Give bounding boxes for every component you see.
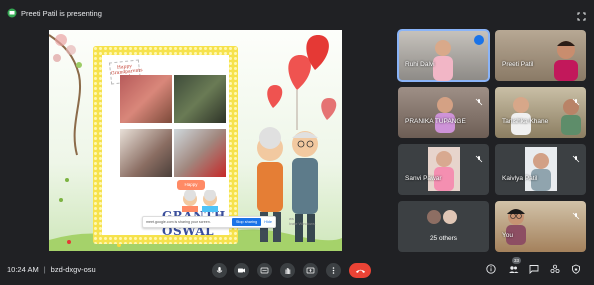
hand-icon xyxy=(285,268,291,274)
participant-video xyxy=(511,97,581,135)
captions-icon xyxy=(260,267,269,274)
activities-icon xyxy=(550,264,560,274)
camera-button[interactable] xyxy=(234,263,249,278)
activate-windows-watermark: ws ivate Windows. xyxy=(289,216,316,226)
participant-name: PRANIKA TUPANGE xyxy=(405,118,466,125)
photo-frame: Happy Grandparents Day! GRANTH OSWAL xyxy=(93,46,238,244)
self-tile[interactable]: You xyxy=(495,201,586,252)
collage-photo xyxy=(120,129,172,177)
grandparents-cartoon-small xyxy=(182,190,218,212)
info-icon xyxy=(486,264,496,274)
collage-photo xyxy=(120,75,172,123)
mic-off-icon xyxy=(475,150,483,163)
participant-video xyxy=(428,147,460,191)
captions-button[interactable] xyxy=(257,263,272,278)
participant-tile[interactable]: Tanishka Khane xyxy=(495,87,586,138)
avatar xyxy=(426,209,442,225)
present-button[interactable] xyxy=(303,263,318,278)
chat-button[interactable] xyxy=(527,262,541,276)
others-count-label: 25 others xyxy=(429,235,458,242)
camera-icon xyxy=(238,268,245,273)
avatar xyxy=(442,209,458,225)
bottom-bar: 10:24 AM | bzd-dxgv-osu xyxy=(0,254,594,285)
shared-screen: Happy Grandparents Day! GRANTH OSWAL Hap… xyxy=(49,30,342,251)
mic-off-icon xyxy=(572,93,580,106)
host-controls-button[interactable] xyxy=(569,262,583,276)
others-tile[interactable]: 25 others xyxy=(398,201,489,252)
participant-name: Preeti Patil xyxy=(502,61,534,68)
participant-name: Ruhi Dalvi xyxy=(405,61,435,68)
more-options-button[interactable] xyxy=(326,263,341,278)
more-vert-icon xyxy=(332,267,335,274)
participant-name: You xyxy=(502,232,513,239)
speaking-indicator-icon xyxy=(474,35,484,45)
clock: 10:24 AM xyxy=(7,265,39,274)
screen-share-notification: meet.google.com is sharing your screen. … xyxy=(142,216,276,228)
presentation-icon xyxy=(7,8,17,18)
mic-off-icon xyxy=(572,207,580,220)
activities-button[interactable] xyxy=(548,262,562,276)
top-bar: Preeti Patil is presenting xyxy=(0,0,594,26)
shield-lock-icon xyxy=(572,264,580,274)
separator: | xyxy=(43,265,46,274)
mic-icon xyxy=(216,267,223,273)
end-call-button[interactable] xyxy=(349,263,371,278)
people-icon xyxy=(508,266,518,273)
watermark-line2: ivate Windows. xyxy=(289,221,316,226)
participant-tile[interactable]: Preeti Patil xyxy=(495,30,586,81)
participant-video xyxy=(554,41,578,81)
people-button[interactable] xyxy=(506,262,520,276)
meeting-code: bzd-dxgv-osu xyxy=(50,265,96,274)
raise-hand-button[interactable] xyxy=(280,263,295,278)
collage-photo xyxy=(174,75,226,123)
participant-tile[interactable]: Sanvi Pawar xyxy=(398,144,489,195)
mic-off-icon xyxy=(572,150,580,163)
participant-tile[interactable]: Ruhi Dalvi xyxy=(397,29,490,82)
presenting-label: Preeti Patil is presenting xyxy=(21,8,102,18)
participant-video xyxy=(435,97,455,133)
stop-sharing-button[interactable]: Stop sharing xyxy=(231,218,262,226)
hang-up-icon xyxy=(355,269,365,273)
chat-icon xyxy=(529,265,539,274)
mic-button[interactable] xyxy=(212,263,227,278)
participant-tile[interactable]: PRANIKA TUPANGE xyxy=(398,87,489,138)
present-screen-icon xyxy=(306,267,315,274)
participant-name: Kaivlya Patil xyxy=(502,175,538,182)
participant-name: Tanishka Khane xyxy=(502,118,549,125)
expand-icon[interactable] xyxy=(577,8,586,21)
participant-tile[interactable]: Kaivlya Patil xyxy=(495,144,586,195)
collage-photo xyxy=(174,129,226,177)
share-message: meet.google.com is sharing your screen. xyxy=(146,220,211,224)
participant-video xyxy=(506,209,526,245)
hide-button[interactable]: Hide xyxy=(264,220,272,224)
mic-off-icon xyxy=(475,93,483,106)
meeting-details-button[interactable] xyxy=(484,262,498,276)
participant-video xyxy=(433,40,453,81)
happy-sign: Happy xyxy=(177,180,205,190)
participant-video xyxy=(525,147,557,191)
participant-name: Sanvi Pawar xyxy=(405,175,442,182)
